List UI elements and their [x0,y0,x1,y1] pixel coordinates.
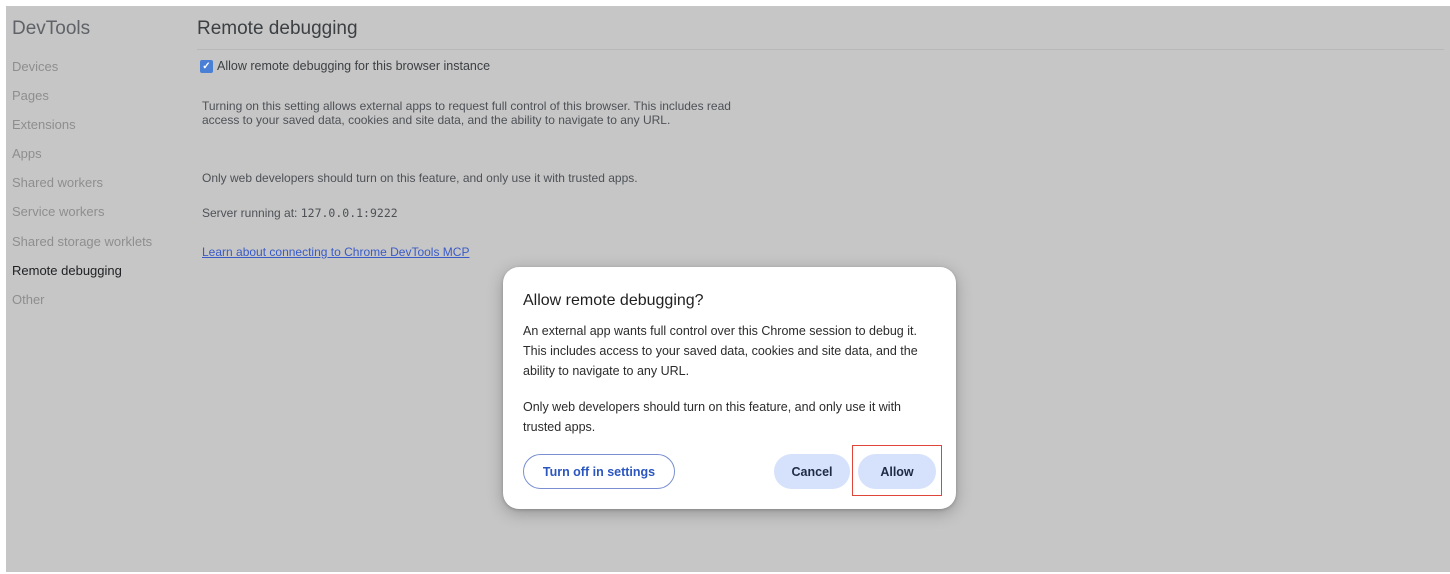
sidebar-item-pages[interactable]: Pages [12,88,49,103]
sidebar-item-service-workers[interactable]: Service workers [12,204,104,219]
sidebar-item-extensions[interactable]: Extensions [12,117,76,132]
trusted-apps-paragraph: Only web developers should turn on this … [202,171,638,185]
turn-off-in-settings-button[interactable]: Turn off in settings [523,454,675,489]
sidebar-item-devices[interactable]: Devices [12,59,58,74]
sidebar-item-other[interactable]: Other [12,292,45,307]
server-status: Server running at: 127.0.0.1:9222 [202,206,398,220]
sidebar: DevTools Devices Pages Extensions Apps S… [6,6,192,572]
allow-remote-debugging-dialog: Allow remote debugging? An external app … [503,267,956,509]
cancel-button[interactable]: Cancel [774,454,850,489]
allow-button[interactable]: Allow [858,454,936,489]
sidebar-item-remote-debugging[interactable]: Remote debugging [12,263,122,278]
learn-devtools-mcp-link[interactable]: Learn about connecting to Chrome DevTool… [202,245,469,259]
dialog-body-text: An external app wants full control over … [523,324,918,378]
remote-debugging-checkbox[interactable]: ✓ [200,59,213,73]
dialog-warning-text: Only web developers should turn on this … [523,400,901,434]
sidebar-item-apps[interactable]: Apps [12,146,42,161]
title-divider [197,49,1444,50]
remote-debugging-checkbox-row[interactable]: ✓ Allow remote debugging for this browse… [200,59,490,73]
sidebar-title: DevTools [12,18,91,39]
sidebar-item-shared-storage-worklets[interactable]: Shared storage worklets [12,234,152,249]
server-address: 127.0.0.1:9222 [300,206,398,220]
page-title: Remote debugging [197,18,358,39]
server-label: Server running at: [202,206,298,220]
warning-paragraph: Turning on this setting allows external … [202,99,731,127]
sidebar-item-shared-workers[interactable]: Shared workers [12,175,103,190]
devtools-window: DevTools Devices Pages Extensions Apps S… [6,6,1450,572]
dialog-title: Allow remote debugging? [523,292,704,309]
remote-debugging-checkbox-label: Allow remote debugging for this browser … [217,59,491,73]
